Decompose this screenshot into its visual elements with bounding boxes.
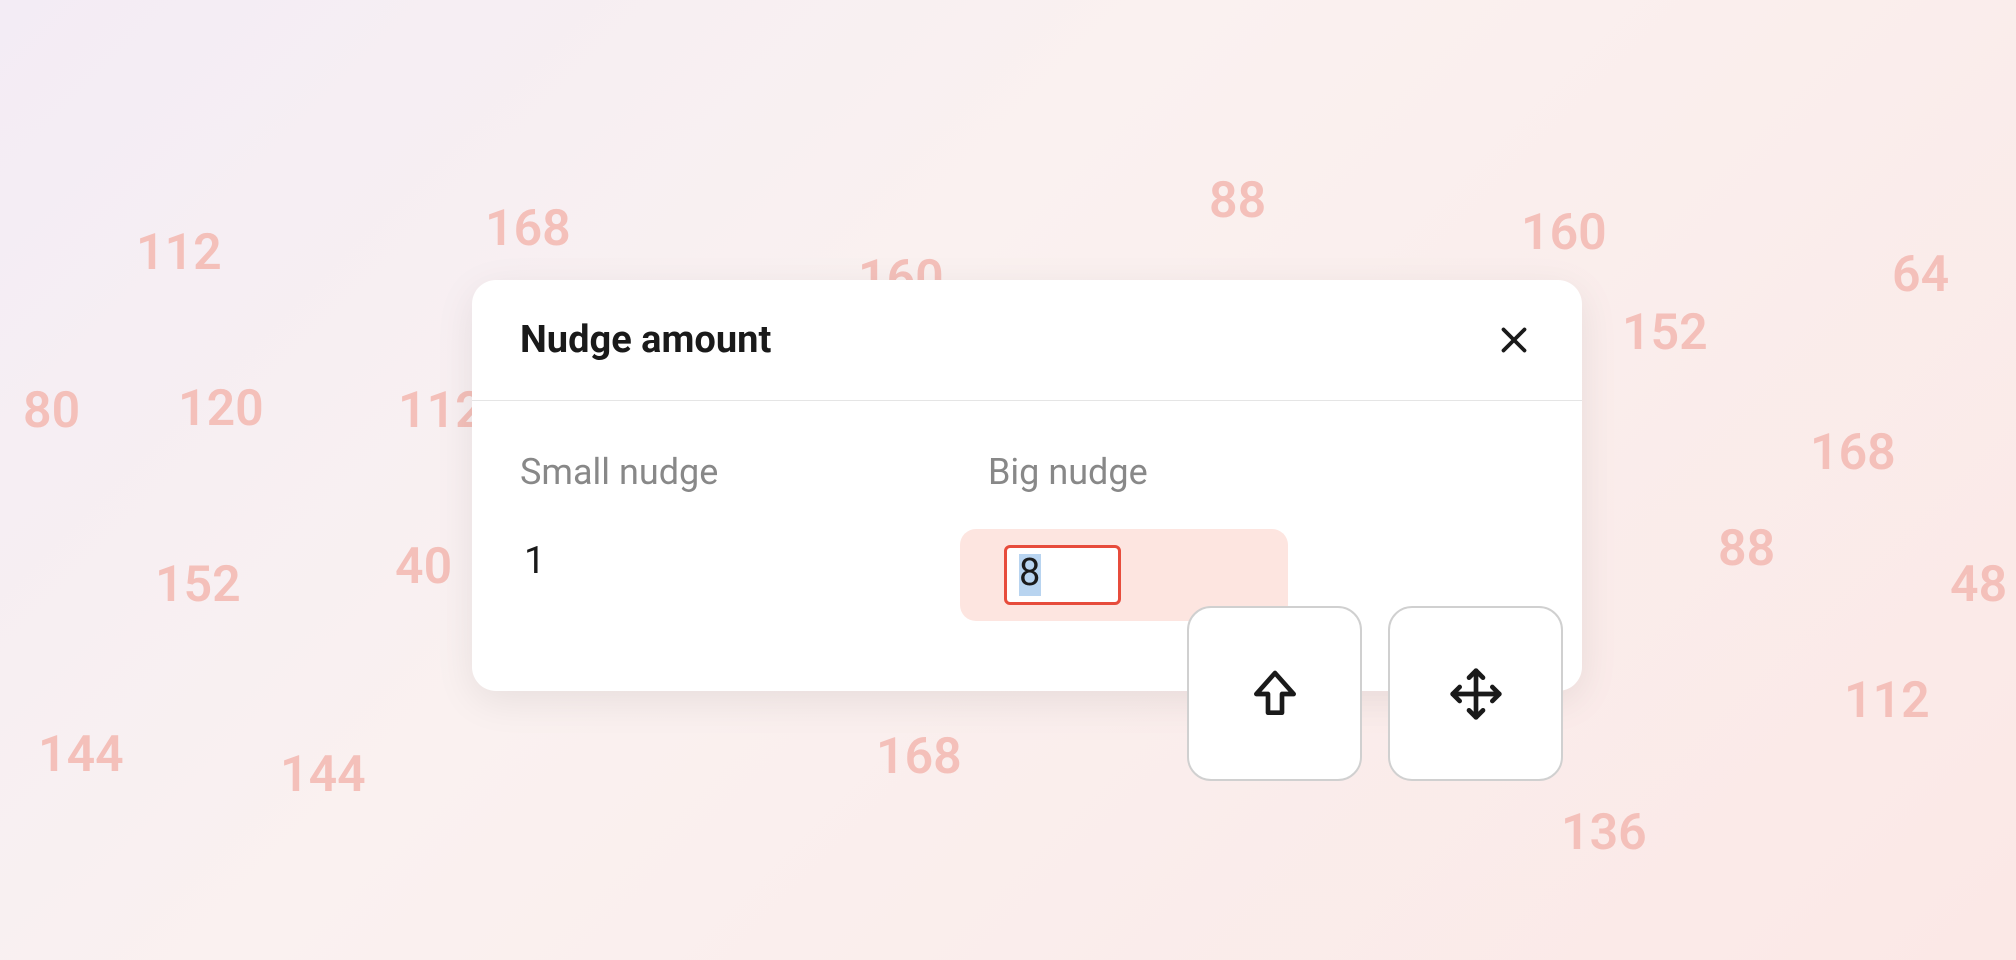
shift-button[interactable] (1187, 606, 1362, 781)
close-button[interactable] (1494, 320, 1534, 360)
move-button[interactable] (1388, 606, 1563, 781)
big-nudge-input[interactable] (1004, 545, 1121, 605)
small-nudge-field: Small nudge 1 (520, 451, 908, 621)
small-nudge-value[interactable]: 1 (520, 529, 908, 593)
background-number: 112 (398, 382, 484, 440)
dialog-title: Nudge amount (520, 318, 771, 362)
dialog-header: Nudge amount (472, 280, 1582, 401)
background-number: 40 (395, 538, 452, 596)
big-nudge-label: Big nudge (988, 451, 1288, 493)
background-number: 168 (876, 728, 962, 786)
background-number: 168 (485, 200, 571, 258)
background-number: 144 (38, 726, 124, 784)
background-number: 144 (280, 746, 366, 804)
background-number: 136 (1561, 804, 1647, 862)
background-number: 152 (1622, 304, 1708, 362)
small-nudge-label: Small nudge (520, 451, 908, 493)
background-number: 88 (1718, 520, 1775, 578)
background-number: 168 (1810, 424, 1896, 482)
background-number: 80 (23, 382, 80, 440)
background-number: 48 (1950, 556, 2007, 614)
shift-arrow-up-icon (1247, 666, 1303, 722)
background-number: 160 (1521, 204, 1607, 262)
background-number: 112 (1844, 672, 1930, 730)
move-arrows-icon (1448, 666, 1504, 722)
big-nudge-field: Big nudge 8 (988, 451, 1288, 621)
background-number: 152 (155, 556, 241, 614)
background-number: 64 (1892, 246, 1949, 304)
background-number: 120 (178, 380, 264, 438)
action-buttons (1187, 606, 1563, 781)
background-number: 112 (136, 224, 222, 282)
background-number: 88 (1209, 172, 1266, 230)
close-icon (1496, 322, 1532, 358)
